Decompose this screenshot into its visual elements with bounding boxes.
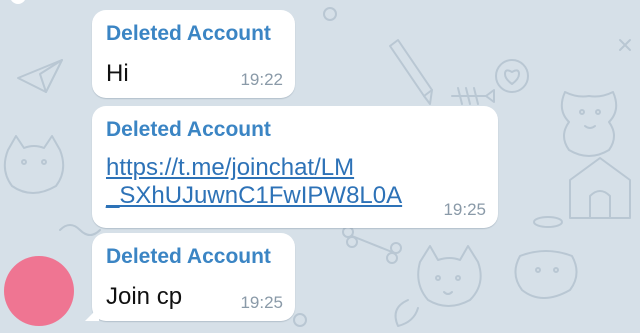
chat-background: Deleted Account Hi 19:22 Deleted Account…: [0, 0, 640, 333]
sender-name[interactable]: Deleted Account: [106, 118, 271, 142]
message-time: 19:22: [240, 70, 283, 89]
bone-doodle: [342, 226, 402, 264]
sender-name[interactable]: Deleted Account: [106, 22, 271, 46]
invite-link-line-1[interactable]: https://t.me/joinchat/LM: [106, 154, 402, 182]
doghouse-doodle: [569, 157, 631, 219]
pencil-doodle: [389, 39, 433, 105]
message-bubble[interactable]: Deleted Account Join cp 19:25: [85, 233, 295, 321]
paper-plane-doodle: [17, 59, 63, 93]
angel-cat-doodle: [394, 245, 482, 327]
message-text: Hi: [106, 60, 129, 87]
halo-dog-doodle: [514, 216, 578, 299]
invite-link[interactable]: https://t.me/joinchat/LM _SXhUJuwnC1FwIP…: [106, 154, 402, 210]
dog-doodle: [560, 91, 618, 157]
avatar[interactable]: [4, 256, 74, 326]
fishbone-doodle: [451, 87, 495, 105]
message-bubble[interactable]: Deleted Account https://t.me/joinchat/LM…: [92, 106, 498, 228]
message-time: 19:25: [443, 200, 486, 219]
message-time: 19:25: [240, 293, 283, 312]
invite-link-line-2[interactable]: _SXhUJuwnC1FwIPW8L0A: [106, 182, 402, 210]
sender-name[interactable]: Deleted Account: [106, 245, 271, 269]
heart-bubble-doodle: [495, 59, 529, 93]
message-text: Join cp: [106, 283, 183, 310]
message-bubble[interactable]: Deleted Account Hi 19:22: [92, 10, 295, 98]
cat-doodle: [3, 135, 65, 194]
